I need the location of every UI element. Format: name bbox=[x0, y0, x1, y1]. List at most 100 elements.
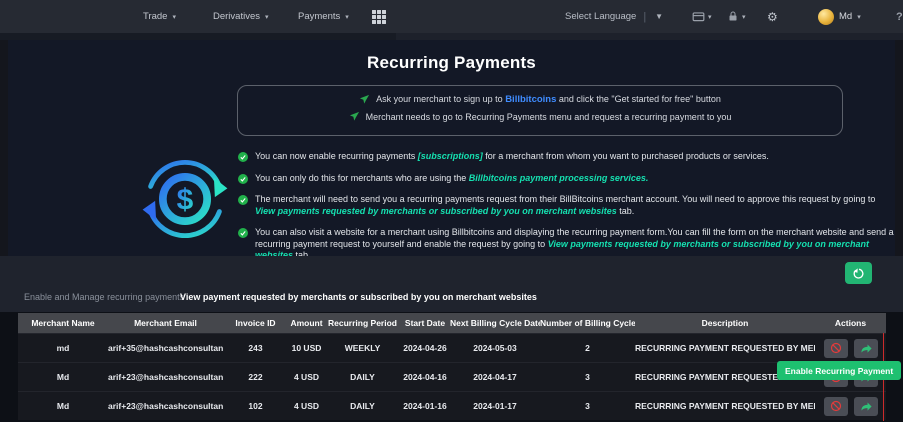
cell-billing-cycles: 3 bbox=[585, 401, 590, 411]
list-item: The merchant will need to send you a rec… bbox=[238, 194, 898, 217]
cell-invoice-id: 102 bbox=[248, 401, 263, 411]
check-circle-icon bbox=[238, 228, 248, 238]
nav-trade-label: Trade bbox=[143, 11, 168, 22]
chevron-down-icon: ▾ bbox=[345, 13, 349, 21]
cell-next-billing-date: 2024-01-17 bbox=[473, 401, 517, 411]
username-label: Md bbox=[839, 11, 853, 22]
tab-view-requested[interactable]: View payment requested by merchants or s… bbox=[180, 292, 537, 302]
column-header: Description bbox=[701, 318, 749, 328]
enable-payment-button[interactable] bbox=[853, 396, 878, 416]
cell-description: RECURRING PAYMENT REQUESTED BY MERCHANT bbox=[635, 401, 815, 411]
subnav-strip-shadow bbox=[0, 33, 396, 40]
table-row: Md arif+23@hashcashconsultants.com 222 4… bbox=[18, 362, 886, 391]
cell-recurring-period: WEEKLY bbox=[344, 343, 381, 353]
page-title: Recurring Payments bbox=[367, 53, 536, 72]
cell-invoice-id: 243 bbox=[248, 343, 263, 353]
bullet-text: The merchant will need to send you a rec… bbox=[255, 194, 876, 216]
block-icon bbox=[830, 400, 841, 412]
check-circle-icon bbox=[238, 173, 248, 184]
list-item: You can now enable recurring payments [s… bbox=[238, 151, 898, 163]
nav-derivatives-label: Derivatives bbox=[213, 11, 260, 22]
app-window: Trade ▾ Derivatives ▾ Payments ▾ Select … bbox=[0, 0, 903, 422]
payments-table-section: Merchant Name Merchant Email Invoice ID … bbox=[0, 312, 903, 422]
check-circle-icon bbox=[238, 152, 248, 162]
wallet-menu-button[interactable]: ▾ bbox=[692, 0, 712, 33]
cell-amount: 4 USD bbox=[293, 372, 320, 382]
chevron-down-icon: ▼ bbox=[655, 12, 664, 21]
column-header: Merchant Email bbox=[134, 318, 197, 328]
nav-menu-trade[interactable]: Trade ▾ bbox=[143, 0, 176, 33]
chevron-down-icon: ▾ bbox=[265, 13, 269, 21]
toolbar-band: Enable and Manage recurring payments Vie… bbox=[0, 256, 903, 312]
divider: | bbox=[643, 10, 647, 23]
send-plane-icon bbox=[349, 111, 359, 121]
forward-arrow-icon bbox=[861, 401, 872, 411]
enable-payment-button[interactable] bbox=[853, 338, 878, 358]
column-header: Next Billing Cycle Date bbox=[450, 318, 540, 328]
cell-amount: 4 USD bbox=[293, 401, 320, 411]
chevron-down-icon: ▾ bbox=[857, 13, 861, 21]
cell-merchant-name: md bbox=[56, 343, 70, 353]
instruction-line: Ask your merchant to sign up to Billbitc… bbox=[238, 94, 842, 105]
select-language-label: Select Language bbox=[565, 11, 637, 22]
column-header: Actions bbox=[834, 318, 867, 328]
tab-enable-manage[interactable]: Enable and Manage recurring payments bbox=[24, 292, 184, 302]
cell-start-date: 2024-01-16 bbox=[403, 401, 447, 411]
cell-start-date: 2024-04-26 bbox=[403, 343, 447, 353]
table-row: Md arif+23@hashcashconsultants.com 102 4… bbox=[18, 391, 886, 420]
settings-gear-icon[interactable]: ⚙ bbox=[767, 0, 778, 33]
instruction-line: Merchant needs to go to Recurring Paymen… bbox=[238, 111, 842, 122]
reject-payment-button[interactable] bbox=[823, 396, 848, 416]
billbitcoins-link[interactable]: Billbitcoins bbox=[505, 94, 556, 105]
chevron-down-icon: ▾ bbox=[708, 13, 712, 21]
recurring-dollar-cycle-icon: $ bbox=[142, 159, 228, 239]
bullet-text: You can only do this for merchants who a… bbox=[255, 172, 649, 183]
wallet-icon bbox=[692, 12, 705, 22]
help-icon[interactable]: ? bbox=[896, 0, 903, 33]
forward-arrow-icon bbox=[861, 343, 872, 353]
enable-recurring-payment-tooltip: Enable Recurring Payment bbox=[777, 361, 902, 380]
refresh-button[interactable] bbox=[845, 262, 872, 284]
column-header: Start Date bbox=[404, 318, 446, 328]
reject-payment-button[interactable] bbox=[823, 338, 848, 358]
feature-bullet-list: You can now enable recurring payments [s… bbox=[238, 151, 898, 272]
cell-merchant-email: arif+23@hashcashconsultants.com bbox=[108, 401, 223, 411]
nav-menu-derivatives[interactable]: Derivatives ▾ bbox=[213, 0, 269, 33]
cell-next-billing-date: 2024-04-17 bbox=[473, 372, 517, 382]
send-plane-icon bbox=[360, 94, 370, 104]
lock-icon bbox=[729, 11, 737, 21]
cell-billing-cycles: 2 bbox=[585, 343, 590, 353]
recurring-payments-panel: Recurring Payments Ask your merchant to … bbox=[8, 40, 895, 260]
instruction-text: Ask your merchant to sign up to Billbitc… bbox=[376, 94, 721, 105]
gold-coin-avatar bbox=[818, 8, 834, 25]
column-header: Amount bbox=[290, 318, 323, 328]
lock-menu-button[interactable]: ▾ bbox=[727, 0, 746, 33]
cell-merchant-name: Md bbox=[56, 401, 70, 411]
language-selector[interactable]: Select Language | ▼ bbox=[565, 0, 663, 33]
apps-grid-icon[interactable] bbox=[372, 10, 386, 24]
cell-billing-cycles: 3 bbox=[585, 372, 590, 382]
block-icon bbox=[830, 342, 841, 354]
bullet-text: You can now enable recurring payments [s… bbox=[255, 151, 769, 161]
cell-actions bbox=[815, 338, 886, 358]
svg-text:$: $ bbox=[177, 184, 194, 217]
cell-description: RECURRING PAYMENT REQUESTED BY MERCHANT bbox=[635, 343, 815, 353]
top-navbar: Trade ▾ Derivatives ▾ Payments ▾ Select … bbox=[0, 0, 903, 33]
column-header: Merchant Name bbox=[31, 318, 95, 328]
table-header-row: Merchant Name Merchant Email Invoice ID … bbox=[18, 313, 886, 333]
chevron-down-icon: ▾ bbox=[742, 13, 746, 21]
column-header: Invoice ID bbox=[235, 318, 276, 328]
table-row: md arif+35@hashcashconsultants.com 243 1… bbox=[18, 333, 886, 362]
user-menu[interactable]: Md ▾ bbox=[818, 0, 861, 33]
cell-merchant-email: arif+35@hashcashconsultants.com bbox=[108, 343, 223, 353]
column-header: Recurring Period bbox=[328, 318, 397, 328]
cell-merchant-email: arif+23@hashcashconsultants.com bbox=[108, 372, 223, 382]
instruction-text: Merchant needs to go to Recurring Paymen… bbox=[365, 111, 732, 122]
list-item: You can only do this for merchants who a… bbox=[238, 173, 898, 185]
column-header: Number of Billing Cycles bbox=[540, 318, 635, 328]
check-circle-icon bbox=[238, 195, 248, 205]
cell-amount: 10 USD bbox=[291, 343, 322, 353]
nav-menu-payments[interactable]: Payments ▾ bbox=[298, 0, 349, 33]
cell-recurring-period: DAILY bbox=[350, 401, 375, 411]
refresh-icon bbox=[853, 267, 864, 279]
